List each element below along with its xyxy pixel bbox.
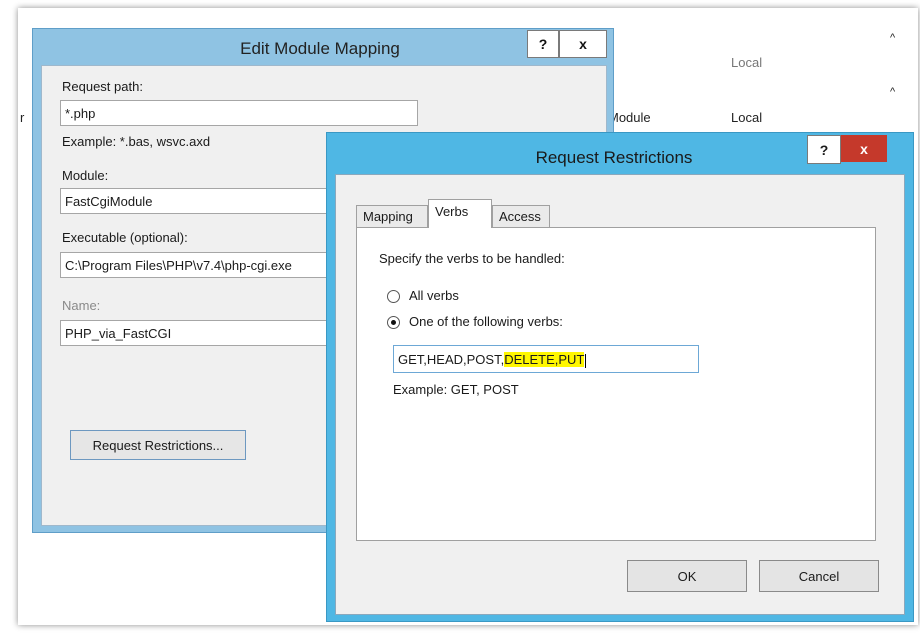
ok-button[interactable]: OK bbox=[627, 560, 747, 592]
verbs-highlighted-value: DELETE,PUT bbox=[504, 352, 585, 367]
all-verbs-radio[interactable] bbox=[387, 290, 400, 303]
help-button[interactable]: ? bbox=[807, 135, 841, 164]
list-cell-module: Module bbox=[608, 110, 651, 125]
dialog-titlebar[interactable]: Edit Module Mapping ? x bbox=[33, 29, 613, 65]
request-restrictions-dialog: Request Restrictions ? x Mapping Verbs A… bbox=[326, 132, 914, 622]
executable-label: Executable (optional): bbox=[62, 230, 188, 245]
request-path-input[interactable]: *.php bbox=[60, 100, 418, 126]
name-input[interactable]: PHP_via_FastCGI bbox=[60, 320, 360, 346]
tab-mapping[interactable]: Mapping bbox=[356, 205, 428, 227]
scroll-up-arrow-icon[interactable]: ^ bbox=[890, 32, 895, 44]
verbs-tab-panel: Specify the verbs to be handled: All ver… bbox=[356, 227, 876, 541]
verbs-input[interactable]: GET,HEAD,POST,DELETE,PUT bbox=[393, 345, 699, 373]
name-label: Name: bbox=[62, 298, 101, 313]
dialog-body: Mapping Verbs Access Specify the verbs t… bbox=[335, 174, 905, 615]
scroll-up-arrow-icon[interactable]: ^ bbox=[890, 86, 895, 98]
cancel-button[interactable]: Cancel bbox=[759, 560, 879, 592]
close-button[interactable]: x bbox=[559, 30, 607, 58]
tab-access[interactable]: Access bbox=[492, 205, 550, 227]
verbs-instruction: Specify the verbs to be handled: bbox=[379, 251, 565, 266]
list-cell-cut-text: r bbox=[20, 110, 25, 125]
column-header-local: Local bbox=[731, 55, 763, 70]
verbs-value: GET,HEAD,POST, bbox=[398, 352, 505, 367]
dialog-title: Edit Module Mapping bbox=[240, 39, 400, 58]
list-cell-local: Local bbox=[731, 110, 763, 125]
close-button[interactable]: x bbox=[841, 135, 887, 162]
help-button[interactable]: ? bbox=[527, 30, 559, 58]
following-verbs-label[interactable]: One of the following verbs: bbox=[409, 314, 563, 329]
all-verbs-label[interactable]: All verbs bbox=[409, 288, 459, 303]
following-verbs-radio[interactable] bbox=[387, 316, 400, 329]
verbs-example: Example: GET, POST bbox=[393, 382, 519, 397]
text-cursor bbox=[585, 353, 587, 368]
executable-input[interactable]: C:\Program Files\PHP\v7.4\php-cgi.exe bbox=[60, 252, 360, 278]
tab-verbs[interactable]: Verbs bbox=[428, 199, 492, 228]
request-path-example: Example: *.bas, wsvc.axd bbox=[62, 134, 211, 149]
module-input[interactable]: FastCgiModule bbox=[60, 188, 360, 214]
module-label: Module: bbox=[62, 168, 109, 183]
screenshot-frame: Local Module Local r ^ ^ Edit Module Map… bbox=[18, 8, 918, 625]
request-path-label: Request path: bbox=[62, 79, 143, 94]
request-restrictions-button[interactable]: Request Restrictions... bbox=[70, 430, 246, 460]
